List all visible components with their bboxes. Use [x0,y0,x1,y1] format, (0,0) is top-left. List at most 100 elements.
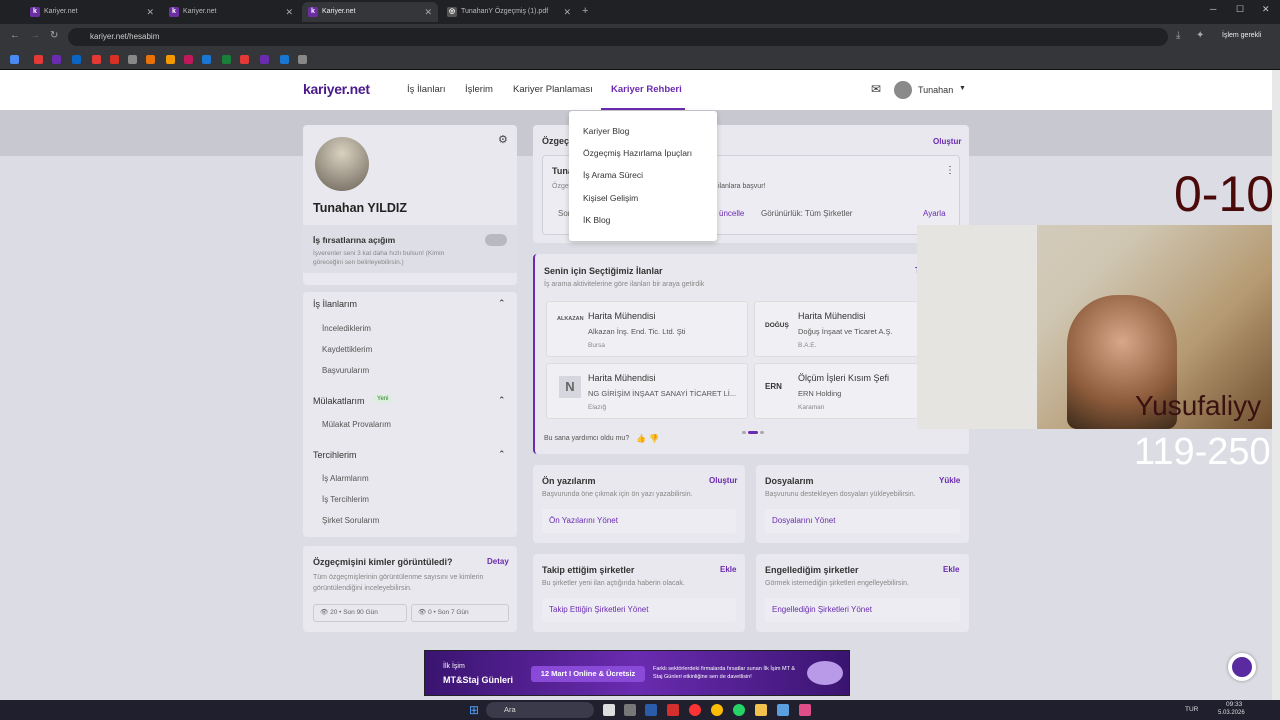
app-icon[interactable] [624,704,636,716]
steam-icon[interactable] [645,704,657,716]
close-icon[interactable]: ✕ [146,2,154,22]
bookmark-icon[interactable] [184,55,193,64]
sidebar-item-incelediklerim[interactable]: İncelediklerim [322,324,371,333]
job-card[interactable]: ALKAZAN Harita Mühendisi Alkazan İnş. En… [546,301,748,357]
clock-date[interactable]: 5.03.2026 [1218,710,1245,716]
task-view-icon[interactable] [603,704,615,716]
section-tercihlerim[interactable]: Tercihlerim [313,450,357,460]
close-icon[interactable]: ✕ [563,2,571,22]
nav-kariyer-rehberi[interactable]: Kariyer Rehberi [611,84,682,95]
tile-link-box[interactable]: Takip Ettiğin Şirketleri Yönet [542,598,736,622]
browser-tab[interactable]: ◎ TunahanY Özgeçmiş (1).pdf ✕ [441,2,577,22]
browser-tab[interactable]: k Kariyer.net ✕ [24,2,160,22]
tile-action[interactable]: Ekle [720,565,736,574]
bookmark-icon[interactable] [72,55,81,64]
bookmark-icon[interactable] [110,55,119,64]
back-icon[interactable]: ← [10,30,20,41]
profile-photo[interactable] [315,137,369,191]
close-icon[interactable]: ✕ [424,2,432,22]
app-icon[interactable] [799,704,811,716]
tile-link-box[interactable]: Engellediğin Şirketleri Yönet [765,598,960,622]
language-indicator[interactable]: TUR [1185,706,1198,713]
download-icon[interactable]: ⤓ [1176,30,1180,41]
bookmark-icon[interactable] [92,55,101,64]
job-card[interactable]: ERN Ölçüm İşleri Kısım Şefi ERN Holding … [754,363,924,419]
sidebar-item-sirket-sorularim[interactable]: Şirket Sorularım [322,516,379,525]
chevron-up-icon[interactable]: ⌃ [498,395,506,406]
chevron-up-icon[interactable]: ⌃ [498,298,506,309]
page-scrollbar[interactable] [1272,70,1280,700]
new-tab-icon[interactable]: + [582,5,588,17]
minimize-icon[interactable]: ─ [1210,4,1216,14]
profile-action-label[interactable]: İşlem gerekli [1222,32,1261,39]
section-is-ilanlarim[interactable]: İş İlanlarım [313,299,357,309]
cv-visibility-settings[interactable]: Ayarla [923,209,946,218]
forward-icon[interactable]: → [30,30,40,41]
bookmark-icon[interactable] [146,55,155,64]
menu-item-kariyer-blog[interactable]: Kariyer Blog [583,126,629,136]
app-icon[interactable] [667,704,679,716]
nav-kariyer-planlamasi[interactable]: Kariyer Planlaması [513,84,593,95]
section-mulakatlarim[interactable]: Mülakatlarım [313,396,365,406]
viewed-detail-link[interactable]: Detay [487,557,509,566]
bookmark-icon[interactable] [260,55,269,64]
job-card[interactable]: N Harita Mühendisi NG GİRİŞİM İNŞAAT SAN… [546,363,748,419]
more-vertical-icon[interactable]: ⋮ [945,165,955,176]
cv-update-link[interactable]: üncelle [719,209,744,218]
nav-is-ilanlari[interactable]: İş İlanları [407,84,446,95]
bookmark-icon[interactable] [52,55,61,64]
maximize-icon[interactable]: ☐ [1236,4,1244,15]
gear-icon[interactable]: ⚙ [498,133,508,146]
chevron-up-icon[interactable]: ⌃ [498,449,506,460]
apps-icon[interactable] [10,55,19,64]
thumbs-down-icon[interactable]: 👎 [649,434,659,443]
menu-item-ik-blog[interactable]: İK Blog [583,215,610,225]
bookmark-icon[interactable] [128,55,137,64]
nav-islerim[interactable]: İşlerim [465,84,493,95]
tile-action[interactable]: Ekle [943,565,959,574]
bookmark-icon[interactable] [240,55,249,64]
mail-icon[interactable]: ✉ [871,82,881,96]
tile-action[interactable]: Yükle [939,476,960,485]
bookmark-icon[interactable] [280,55,289,64]
carousel-dot[interactable] [742,431,746,434]
cv-create-link[interactable]: Oluştur [933,137,961,146]
sidebar-item-is-tercihlerim[interactable]: İş Tercihlerim [322,495,369,504]
taskbar-search[interactable]: Ara [486,702,594,718]
url-input[interactable]: kariyer.net/hesabim [68,28,1168,46]
chrome-icon[interactable] [711,704,723,716]
thumbs-up-icon[interactable]: 👍 [636,434,646,443]
extensions-icon[interactable]: ✦ [1196,30,1204,41]
job-card[interactable]: DOĞUŞ Harita Mühendisi Doğuş İnşaat ve T… [754,301,924,357]
menu-item-ozgecmis-ipuclari[interactable]: Özgeçmiş Hazırlama İpuçları [583,148,692,158]
close-icon[interactable]: ✕ [285,2,293,22]
carousel-dot[interactable] [760,431,764,434]
avatar[interactable] [894,81,912,99]
sidebar-item-mulakat-provalarim[interactable]: Mülakat Provalarım [322,420,391,429]
browser-tab-active[interactable]: k Kariyer.net ✕ [302,2,438,22]
chat-assistant-icon[interactable] [1228,653,1256,681]
file-explorer-icon[interactable] [755,704,767,716]
menu-item-kisisel-gelisim[interactable]: Kişisel Gelişim [583,193,638,203]
menu-item-is-arama-sureci[interactable]: İş Arama Süreci [583,170,643,180]
carousel-dot-active[interactable] [748,431,758,434]
sidebar-item-kaydettiklerim[interactable]: Kaydettiklerim [322,345,372,354]
sidebar-item-basvurularim[interactable]: Başvurularım [322,366,369,375]
reload-icon[interactable]: ↻ [50,30,58,41]
user-menu-label[interactable]: Tunahan [918,85,953,95]
tile-action[interactable]: Oluştur [709,476,737,485]
clock-time[interactable]: 09:33 [1226,701,1242,708]
whatsapp-icon[interactable] [733,704,745,716]
bookmark-icon[interactable] [222,55,231,64]
app-icon[interactable] [777,704,789,716]
opera-icon[interactable] [689,704,701,716]
close-window-icon[interactable]: ✕ [1262,4,1270,15]
windows-start-icon[interactable]: ⊞ [469,703,479,717]
bookmark-icon[interactable] [298,55,307,64]
browser-tab[interactable]: k Kariyer.net ✕ [163,2,299,22]
bookmark-icon[interactable] [34,55,43,64]
event-banner[interactable]: İlk İşim MT&Staj Günleri 12 Mart I Onlin… [424,650,850,696]
job-open-toggle[interactable] [485,234,507,246]
bookmark-icon[interactable] [166,55,175,64]
tile-link-box[interactable]: Dosyalarını Yönet [765,509,960,533]
